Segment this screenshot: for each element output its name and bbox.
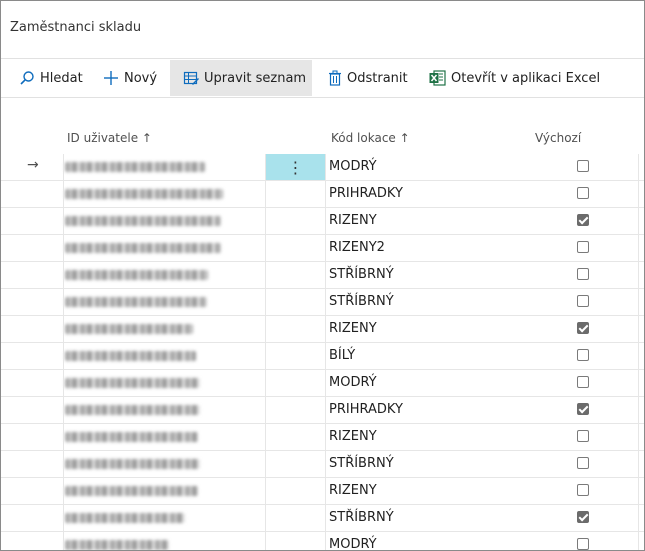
- action-bar: Hledat Nový Upravit seznam Odstranit Ote…: [1, 60, 644, 98]
- search-icon: [19, 70, 35, 86]
- user-id-cell-redacted[interactable]: [65, 162, 205, 172]
- user-id-cell-redacted[interactable]: [65, 513, 185, 523]
- default-checkbox[interactable]: [577, 322, 589, 334]
- user-id-cell-redacted[interactable]: [65, 243, 221, 253]
- table-row[interactable]: PRIHRADKY: [1, 397, 644, 424]
- edit-list-label: Upravit seznam: [204, 70, 307, 86]
- location-code-cell[interactable]: STŘÍBRNÝ: [329, 294, 394, 309]
- user-id-cell-redacted[interactable]: [65, 378, 200, 388]
- table-row[interactable]: STŘÍBRNÝ: [1, 289, 644, 316]
- default-checkbox[interactable]: [577, 214, 589, 226]
- table-row[interactable]: STŘÍBRNÝ: [1, 505, 644, 532]
- location-code-cell[interactable]: MODRÝ: [329, 159, 377, 174]
- user-id-cell-redacted[interactable]: [65, 405, 200, 415]
- column-divider: [63, 154, 64, 550]
- location-code-cell[interactable]: STŘÍBRNÝ: [329, 456, 394, 471]
- location-code-cell[interactable]: BÍLÝ: [329, 348, 355, 363]
- location-code-cell[interactable]: RIZENY: [329, 213, 377, 228]
- default-checkbox[interactable]: [577, 430, 589, 442]
- default-checkbox[interactable]: [577, 187, 589, 199]
- excel-icon: [429, 70, 446, 86]
- default-checkbox[interactable]: [577, 160, 589, 172]
- user-id-cell-redacted[interactable]: [65, 486, 198, 496]
- column-divider: [325, 154, 326, 550]
- user-id-cell-redacted[interactable]: [65, 459, 200, 469]
- table-row[interactable]: RIZENY: [1, 208, 644, 235]
- toolbar-divider: [1, 97, 644, 98]
- table-row[interactable]: BÍLÝ: [1, 343, 644, 370]
- search-label: Hledat: [40, 70, 83, 86]
- open-in-excel-button[interactable]: Otevřít v aplikaci Excel: [429, 60, 600, 96]
- location-code-cell[interactable]: PRIHRADKY: [329, 402, 403, 417]
- edit-list-icon: [183, 70, 199, 86]
- user-id-cell-redacted[interactable]: [65, 324, 193, 334]
- user-id-cell-redacted[interactable]: [65, 432, 198, 442]
- title-divider: [1, 58, 644, 59]
- table-row[interactable]: MODRÝ: [1, 532, 644, 550]
- user-id-cell-redacted[interactable]: [65, 189, 223, 199]
- grid-rows: → ⋮ MODRÝ PRIHRADKY RIZENY RIZENY2 STŘÍBRNÝ STŘ…: [1, 154, 644, 550]
- default-checkbox[interactable]: [577, 295, 589, 307]
- column-header-default[interactable]: Výchozí: [535, 131, 581, 145]
- delete-button[interactable]: Odstranit: [328, 60, 408, 96]
- page-title: Zaměstnanci skladu: [10, 20, 142, 35]
- column-header-location-code[interactable]: Kód lokace ↑: [331, 131, 410, 145]
- location-code-cell[interactable]: MODRÝ: [329, 375, 377, 390]
- user-id-cell-redacted[interactable]: [65, 540, 169, 550]
- default-checkbox[interactable]: [577, 484, 589, 496]
- default-checkbox[interactable]: [577, 268, 589, 280]
- user-id-cell-redacted[interactable]: [65, 297, 207, 307]
- table-row[interactable]: RIZENY: [1, 316, 644, 343]
- table-row[interactable]: MODRÝ: [1, 370, 644, 397]
- location-code-cell[interactable]: RIZENY2: [329, 240, 385, 255]
- page-frame: Zaměstnanci skladu Hledat Nový Upravit s…: [0, 0, 645, 551]
- excel-label: Otevřít v aplikaci Excel: [451, 70, 601, 86]
- user-id-cell-redacted[interactable]: [65, 270, 208, 280]
- user-id-cell-redacted[interactable]: [65, 351, 196, 361]
- location-code-cell[interactable]: RIZENY: [329, 321, 377, 336]
- location-code-cell[interactable]: RIZENY: [329, 429, 377, 444]
- table-row[interactable]: RIZENY: [1, 478, 644, 505]
- new-label: Nový: [124, 70, 158, 86]
- location-code-cell[interactable]: STŘÍBRNÝ: [329, 267, 394, 282]
- row-pointer-icon: →: [27, 157, 39, 173]
- row-actions-menu-icon[interactable]: ⋮: [266, 154, 325, 180]
- table-row[interactable]: PRIHRADKY: [1, 181, 644, 208]
- delete-label: Odstranit: [347, 70, 408, 86]
- default-checkbox[interactable]: [577, 457, 589, 469]
- table-row[interactable]: RIZENY: [1, 424, 644, 451]
- new-button[interactable]: Nový: [103, 60, 157, 96]
- search-button[interactable]: Hledat: [19, 60, 83, 96]
- table-row[interactable]: STŘÍBRNÝ: [1, 262, 644, 289]
- default-checkbox[interactable]: [577, 538, 589, 550]
- location-code-cell[interactable]: MODRÝ: [329, 537, 377, 550]
- location-code-cell[interactable]: PRIHRADKY: [329, 186, 403, 201]
- default-checkbox[interactable]: [577, 349, 589, 361]
- location-code-cell[interactable]: STŘÍBRNÝ: [329, 510, 394, 525]
- default-checkbox[interactable]: [577, 241, 589, 253]
- location-code-cell[interactable]: RIZENY: [329, 483, 377, 498]
- user-id-cell-redacted[interactable]: [65, 216, 221, 226]
- default-checkbox[interactable]: [577, 376, 589, 388]
- table-row[interactable]: RIZENY2: [1, 235, 644, 262]
- edit-list-button[interactable]: Upravit seznam: [170, 60, 312, 96]
- table-row[interactable]: STŘÍBRNÝ: [1, 451, 644, 478]
- plus-icon: [103, 70, 119, 86]
- column-divider: [638, 154, 639, 550]
- trash-icon: [328, 70, 342, 86]
- table-row[interactable]: → ⋮ MODRÝ: [1, 154, 644, 181]
- default-checkbox[interactable]: [577, 511, 589, 523]
- default-checkbox[interactable]: [577, 403, 589, 415]
- column-divider: [265, 154, 266, 550]
- column-header-user-id[interactable]: ID uživatele ↑: [67, 131, 152, 145]
